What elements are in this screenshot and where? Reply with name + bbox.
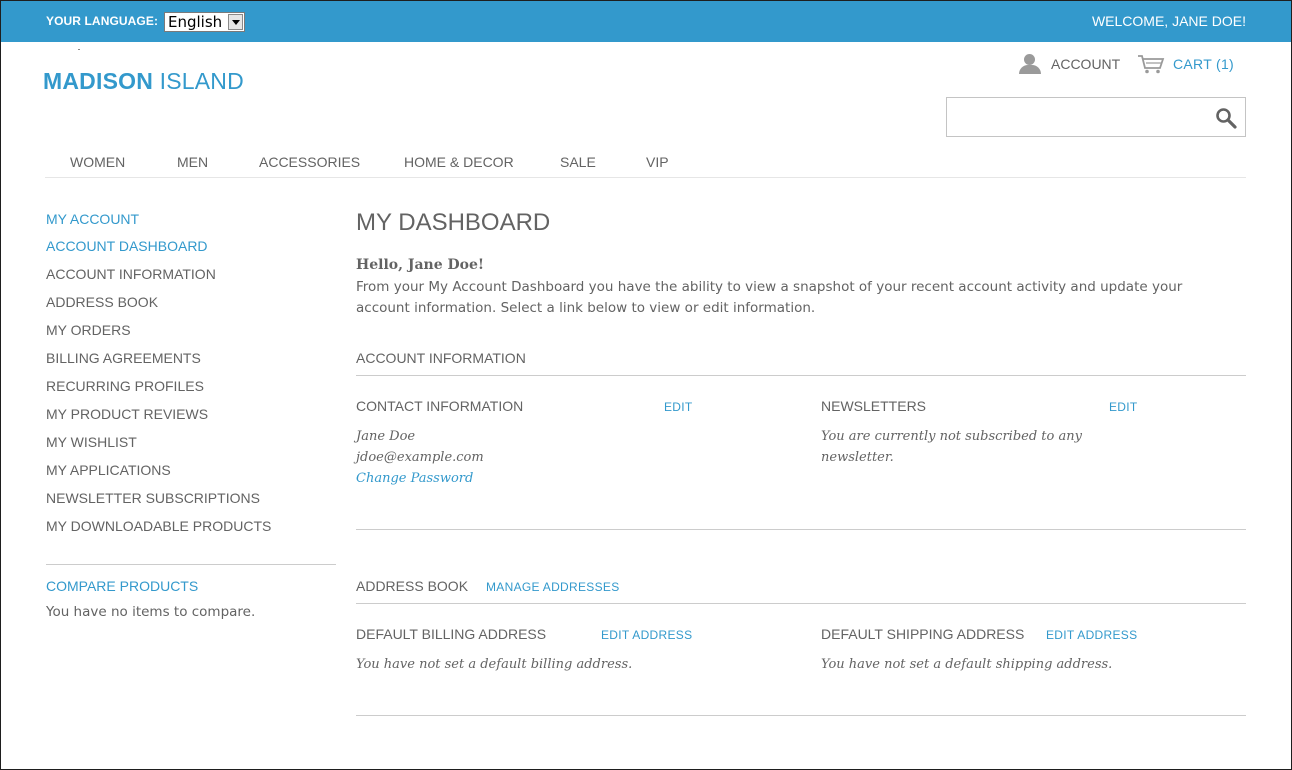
user-icon	[1018, 54, 1042, 74]
edit-billing-address-link[interactable]: EDIT ADDRESS	[601, 628, 692, 642]
logo-text-light: ISLAND	[159, 68, 244, 94]
sidebar-item-recurring-profiles[interactable]: RECURRING PROFILES	[46, 378, 271, 406]
address-book-title: ADDRESS BOOK	[356, 578, 469, 594]
sidebar-item-account-information[interactable]: ACCOUNT INFORMATION	[46, 266, 271, 294]
sidebar-divider	[46, 564, 336, 565]
nav-item-accessories[interactable]: ACCESSORIES	[259, 154, 360, 170]
edit-newsletters-link[interactable]: EDIT	[1109, 400, 1138, 414]
newsletter-status-line1: You are currently not subscribed to any	[821, 429, 1082, 444]
cart-icon	[1138, 55, 1165, 74]
compare-products-title: COMPARE PRODUCTS	[46, 578, 199, 594]
nav-item-men[interactable]: MEN	[177, 154, 208, 170]
nav-item-women[interactable]: WOMEN	[70, 154, 125, 170]
change-password-link[interactable]: Change Password	[356, 468, 473, 489]
contact-name: Jane Doe	[356, 429, 416, 444]
edit-shipping-address-link[interactable]: EDIT ADDRESS	[1046, 628, 1137, 642]
nav-item-sale[interactable]: SALE	[560, 154, 596, 170]
logo-text-bold: MADISON	[43, 68, 154, 94]
site-logo[interactable]: MADISON ISLAND	[43, 68, 244, 95]
account-label: ACCOUNT	[1051, 56, 1121, 72]
sidebar-item-newsletter-subscriptions[interactable]: NEWSLETTER SUBSCRIPTIONS	[46, 490, 271, 518]
newsletter-status-line2: newsletter.	[821, 450, 894, 465]
section-divider	[356, 603, 1246, 604]
account-information-title: ACCOUNT INFORMATION	[356, 350, 526, 366]
page-title: MY DASHBOARD	[356, 209, 551, 236]
sidebar-item-my-wishlist[interactable]: MY WISHLIST	[46, 434, 271, 462]
section-divider	[356, 715, 1246, 716]
compare-products-empty-text: You have no items to compare.	[46, 604, 256, 620]
account-link[interactable]: ACCOUNT	[1018, 54, 1120, 74]
nav-item-vip[interactable]: VIP	[646, 154, 669, 170]
top-bar: YOUR LANGUAGE: English WELCOME, JANE DOE…	[1, 1, 1291, 42]
greeting: Hello, Jane Doe!	[356, 257, 485, 273]
sidebar-item-billing-agreements[interactable]: BILLING AGREEMENTS	[46, 350, 271, 378]
dashboard-intro: From your My Account Dashboard you have …	[356, 279, 1183, 316]
nav-item-home-decor[interactable]: HOME & DECOR	[404, 154, 514, 170]
shipping-address-text: You have not set a default shipping addr…	[821, 657, 1113, 672]
contact-email: jdoe@example.com	[356, 450, 484, 465]
edit-contact-link[interactable]: EDIT	[664, 400, 693, 414]
default-shipping-address-title: DEFAULT SHIPPING ADDRESS	[821, 626, 1025, 642]
default-billing-address-title: DEFAULT BILLING ADDRESS	[356, 626, 547, 642]
language-select[interactable]: English	[164, 12, 245, 32]
sidebar-item-account-dashboard[interactable]: ACCOUNT DASHBOARD	[46, 238, 271, 266]
language-selected-value: English	[168, 13, 223, 31]
sidebar-item-my-product-reviews[interactable]: MY PRODUCT REVIEWS	[46, 406, 271, 434]
sidebar-item-address-book[interactable]: ADDRESS BOOK	[46, 294, 271, 322]
welcome-message: WELCOME, JANE DOE!	[1091, 13, 1246, 29]
sidebar-item-my-applications[interactable]: MY APPLICATIONS	[46, 462, 271, 490]
cart-label: CART (1)	[1173, 56, 1235, 72]
contact-information-title: CONTACT INFORMATION	[356, 398, 524, 414]
sidebar-title: MY ACCOUNT	[46, 211, 140, 227]
search-icon[interactable]	[1215, 107, 1237, 129]
search-input[interactable]	[946, 97, 1246, 137]
main-nav: WOMEN MEN ACCESSORIES HOME & DECOR SALE …	[45, 152, 1246, 178]
sidebar-item-my-orders[interactable]: MY ORDERS	[46, 322, 271, 350]
dropdown-arrow-icon[interactable]	[228, 14, 243, 30]
logo-mark	[78, 49, 80, 50]
language-label: YOUR LANGUAGE:	[46, 14, 159, 28]
manage-addresses-link[interactable]: MANAGE ADDRESSES	[486, 580, 620, 594]
section-divider	[356, 529, 1246, 530]
sidebar-menu: ACCOUNT DASHBOARD ACCOUNT INFORMATION AD…	[46, 238, 271, 546]
cart-link[interactable]: CART (1)	[1137, 54, 1234, 74]
sidebar-item-my-downloadable-products[interactable]: MY DOWNLOADABLE PRODUCTS	[46, 518, 271, 546]
newsletters-title: NEWSLETTERS	[821, 398, 927, 414]
section-divider	[356, 375, 1246, 376]
billing-address-text: You have not set a default billing addre…	[356, 657, 633, 672]
